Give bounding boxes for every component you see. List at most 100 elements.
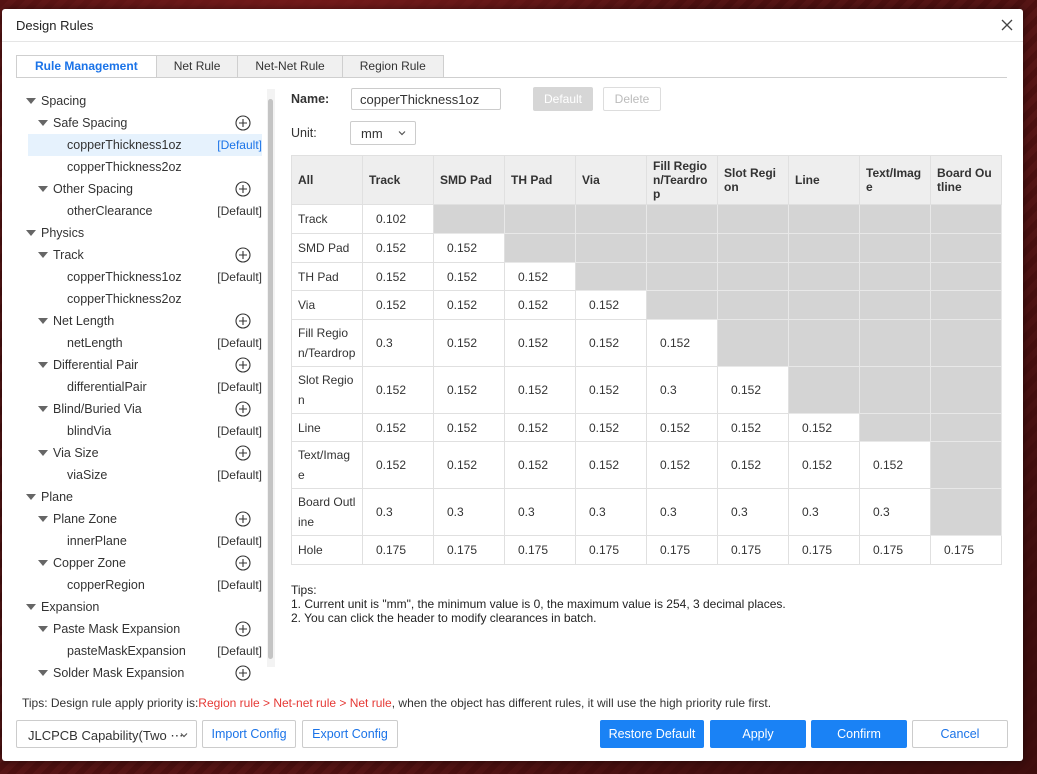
caret-down-icon[interactable] bbox=[26, 493, 36, 500]
clearance-cell[interactable]: 0.152 bbox=[433, 290, 505, 320]
tree-rule-differentialpair[interactable]: differentialPair [Default] bbox=[28, 376, 262, 398]
clearance-cell[interactable]: 0.152 bbox=[717, 441, 789, 489]
tree-group-other-spacing[interactable]: Other Spacing bbox=[38, 178, 133, 200]
clearance-cell[interactable]: 0.152 bbox=[504, 366, 576, 414]
tree-group-expansion[interactable]: Expansion bbox=[26, 596, 99, 618]
tree-rule-copperregion[interactable]: copperRegion [Default] bbox=[28, 574, 262, 596]
add-rule-icon[interactable] bbox=[235, 445, 251, 461]
restore-default-button[interactable]: Restore Default bbox=[600, 720, 704, 748]
clearance-cell[interactable]: 0.152 bbox=[788, 413, 860, 442]
matrix-column-header[interactable]: Text/Imag e bbox=[859, 155, 931, 205]
matrix-column-header[interactable]: Fill Regio n/Teardro p bbox=[646, 155, 718, 205]
clearance-cell[interactable]: 0.152 bbox=[717, 366, 789, 414]
clearance-cell[interactable]: 0.152 bbox=[504, 441, 576, 489]
clearance-cell[interactable]: 0.175 bbox=[504, 535, 576, 565]
matrix-column-header[interactable]: Board Ou tline bbox=[930, 155, 1002, 205]
caret-down-icon[interactable] bbox=[26, 97, 36, 104]
add-rule-icon[interactable] bbox=[235, 555, 251, 571]
clearance-cell[interactable]: 0.152 bbox=[433, 262, 505, 291]
caret-down-icon[interactable] bbox=[38, 559, 48, 566]
clearance-cell[interactable]: 0.152 bbox=[504, 319, 576, 367]
matrix-column-header[interactable]: Slot Regi on bbox=[717, 155, 789, 205]
clearance-cell[interactable]: 0.152 bbox=[646, 319, 718, 367]
matrix-row-header[interactable]: Via bbox=[291, 290, 363, 320]
clearance-cell[interactable]: 0.152 bbox=[788, 441, 860, 489]
tree-rule-copperthickness2oz[interactable]: copperThickness2oz bbox=[28, 156, 262, 178]
add-rule-icon[interactable] bbox=[235, 313, 251, 329]
caret-down-icon[interactable] bbox=[38, 317, 48, 324]
caret-down-icon[interactable] bbox=[38, 361, 48, 368]
add-rule-icon[interactable] bbox=[235, 357, 251, 373]
clearance-cell[interactable]: 0.152 bbox=[433, 441, 505, 489]
matrix-column-header[interactable]: SMD Pad bbox=[433, 155, 505, 205]
tree-group-plane-zone[interactable]: Plane Zone bbox=[38, 508, 117, 530]
add-rule-icon[interactable] bbox=[235, 115, 251, 131]
clearance-cell[interactable]: 0.152 bbox=[504, 290, 576, 320]
tab-rule-management[interactable]: Rule Management bbox=[16, 55, 157, 78]
caret-down-icon[interactable] bbox=[38, 185, 48, 192]
clearance-cell[interactable]: 0.175 bbox=[362, 535, 434, 565]
clearance-cell[interactable]: 0.3 bbox=[433, 488, 505, 536]
tree-group-solder-mask-expansion[interactable]: Solder Mask Expansion bbox=[38, 662, 184, 684]
matrix-column-header[interactable]: Track bbox=[362, 155, 434, 205]
matrix-row-header[interactable]: Fill Regio n/Teardrop bbox=[291, 319, 363, 367]
matrix-row-header[interactable]: Line bbox=[291, 413, 363, 442]
clearance-cell[interactable]: 0.152 bbox=[646, 413, 718, 442]
matrix-column-header[interactable]: Via bbox=[575, 155, 647, 205]
tree-group-track[interactable]: Track bbox=[38, 244, 84, 266]
caret-down-icon[interactable] bbox=[38, 119, 48, 126]
caret-down-icon[interactable] bbox=[38, 625, 48, 632]
clearance-cell[interactable]: 0.152 bbox=[362, 233, 434, 263]
clearance-cell[interactable]: 0.152 bbox=[859, 441, 931, 489]
caret-down-icon[interactable] bbox=[38, 669, 48, 676]
clearance-cell[interactable]: 0.152 bbox=[646, 441, 718, 489]
matrix-header-all[interactable]: All bbox=[291, 155, 363, 205]
clearance-cell[interactable]: 0.152 bbox=[362, 441, 434, 489]
clearance-cell[interactable]: 0.152 bbox=[433, 233, 505, 263]
clearance-cell[interactable]: 0.175 bbox=[717, 535, 789, 565]
delete-button[interactable]: Delete bbox=[603, 87, 661, 111]
clearance-cell[interactable]: 0.175 bbox=[788, 535, 860, 565]
unit-select[interactable]: mm bbox=[350, 121, 416, 145]
tree-scrollbar[interactable] bbox=[267, 89, 275, 667]
scrollbar-thumb[interactable] bbox=[268, 99, 273, 659]
confirm-button[interactable]: Confirm bbox=[811, 720, 907, 748]
caret-down-icon[interactable] bbox=[26, 603, 36, 610]
clearance-cell[interactable]: 0.3 bbox=[362, 488, 434, 536]
clearance-cell[interactable]: 0.152 bbox=[433, 319, 505, 367]
clearance-cell[interactable]: 0.3 bbox=[362, 319, 434, 367]
tree-rule-pastemaskexpansion[interactable]: pasteMaskExpansion [Default] bbox=[28, 640, 262, 662]
clearance-cell[interactable]: 0.175 bbox=[930, 535, 1002, 565]
matrix-column-header[interactable]: Line bbox=[788, 155, 860, 205]
tree-rule-copperthickness1oz[interactable]: copperThickness1oz [Default] bbox=[28, 266, 262, 288]
tree-group-copper-zone[interactable]: Copper Zone bbox=[38, 552, 126, 574]
clearance-cell[interactable]: 0.3 bbox=[859, 488, 931, 536]
caret-down-icon[interactable] bbox=[38, 251, 48, 258]
clearance-cell[interactable]: 0.3 bbox=[646, 366, 718, 414]
clearance-cell[interactable]: 0.152 bbox=[717, 413, 789, 442]
clearance-cell[interactable]: 0.152 bbox=[433, 366, 505, 414]
tree-rule-copperthickness1oz[interactable]: copperThickness1oz [Default] bbox=[28, 134, 262, 156]
matrix-row-header[interactable]: Board Outl ine bbox=[291, 488, 363, 536]
tree-rule-blindvia[interactable]: blindVia [Default] bbox=[28, 420, 262, 442]
clearance-cell[interactable]: 0.175 bbox=[646, 535, 718, 565]
clearance-cell[interactable]: 0.3 bbox=[788, 488, 860, 536]
caret-down-icon[interactable] bbox=[26, 229, 36, 236]
close-button[interactable] bbox=[997, 15, 1017, 35]
clearance-cell[interactable]: 0.175 bbox=[859, 535, 931, 565]
clearance-cell[interactable]: 0.152 bbox=[362, 413, 434, 442]
tree-group-physics[interactable]: Physics bbox=[26, 222, 84, 244]
tree-rule-innerplane[interactable]: innerPlane [Default] bbox=[28, 530, 262, 552]
clearance-cell[interactable]: 0.152 bbox=[575, 319, 647, 367]
matrix-row-header[interactable]: SMD Pad bbox=[291, 233, 363, 263]
capability-select[interactable]: JLCPCB Capability(Two ⋯ bbox=[16, 720, 197, 748]
import-config-button[interactable]: Import Config bbox=[202, 720, 296, 748]
add-rule-icon[interactable] bbox=[235, 247, 251, 263]
tree-rule-copperthickness2oz[interactable]: copperThickness2oz bbox=[28, 288, 262, 310]
tab-net-net-rule[interactable]: Net-Net Rule bbox=[238, 55, 343, 78]
clearance-cell[interactable]: 0.152 bbox=[575, 413, 647, 442]
rule-name-input[interactable] bbox=[351, 88, 501, 110]
clearance-cell[interactable]: 0.3 bbox=[504, 488, 576, 536]
clearance-cell[interactable]: 0.152 bbox=[504, 262, 576, 291]
clearance-cell[interactable]: 0.152 bbox=[575, 441, 647, 489]
